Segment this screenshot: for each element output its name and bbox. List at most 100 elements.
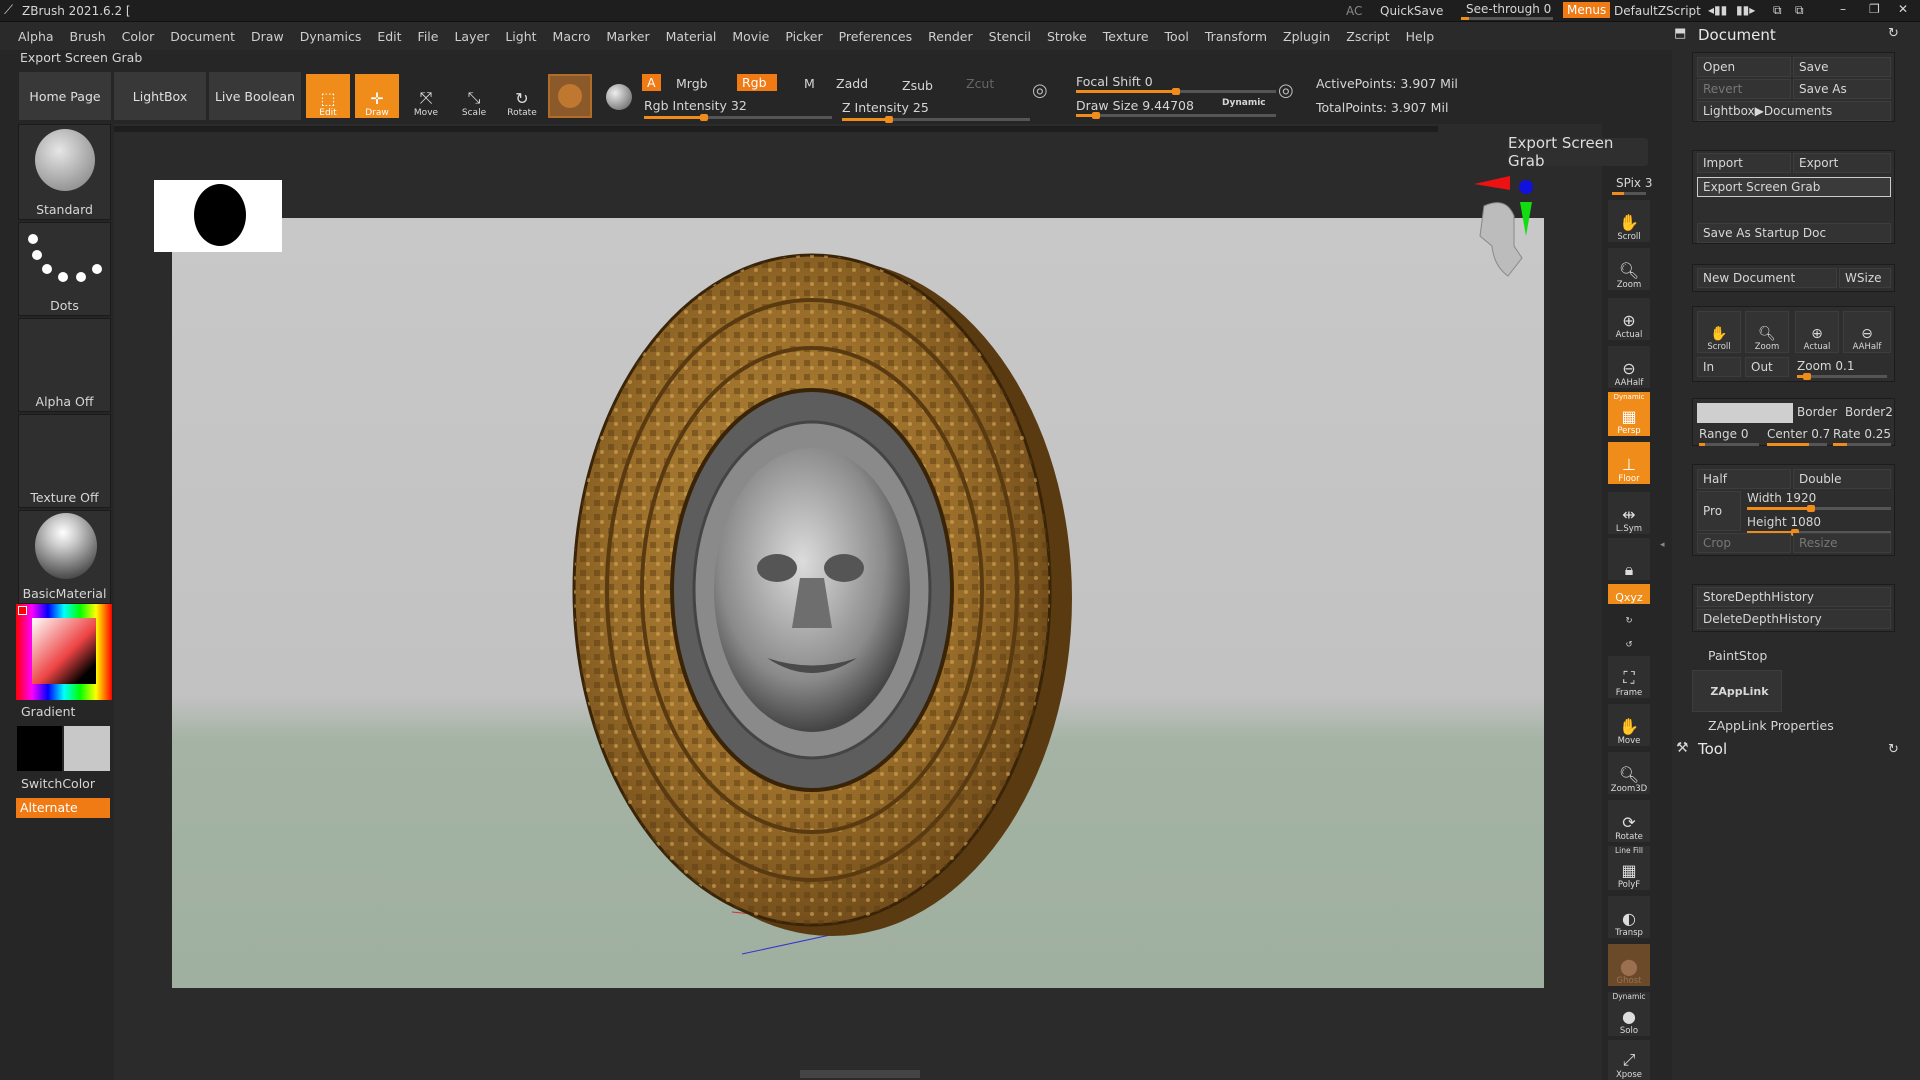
draw-button[interactable]: ✛ Draw: [355, 74, 399, 118]
navigation-thumbnail[interactable]: [154, 180, 282, 252]
doc-aahalf-button[interactable]: ⊖ AAHalf: [1843, 311, 1891, 353]
ac-label[interactable]: AC: [1346, 4, 1362, 18]
half-button[interactable]: Half: [1697, 469, 1791, 489]
width-slider[interactable]: [1747, 505, 1891, 512]
focal-shift-icon[interactable]: ◎: [1032, 80, 1048, 101]
shelf-aahalf-button[interactable]: ⊖ AAHalf: [1608, 346, 1650, 388]
color-picker[interactable]: [16, 604, 112, 700]
move-button[interactable]: ⤧ Move: [404, 74, 448, 118]
live-boolean-button[interactable]: Live Boolean: [209, 72, 301, 120]
back-color-swatch[interactable]: [1697, 403, 1793, 423]
doc-actual-button[interactable]: ⊕ Actual: [1795, 311, 1839, 353]
canvas-scroll-handle[interactable]: [800, 1070, 920, 1078]
z-intensity-slider[interactable]: [842, 116, 1030, 123]
new-document-button[interactable]: New Document: [1697, 268, 1837, 288]
zapplink-properties-label[interactable]: ZAppLink Properties: [1708, 718, 1834, 733]
a-toggle[interactable]: A: [642, 74, 661, 91]
wsize-button[interactable]: WSize: [1839, 268, 1891, 288]
zoom-out-button[interactable]: Out: [1745, 357, 1789, 377]
zcut-toggle[interactable]: Zcut: [966, 76, 994, 91]
export-button[interactable]: Export: [1793, 153, 1891, 173]
menu-color[interactable]: Color: [122, 29, 155, 44]
menu-picker[interactable]: Picker: [785, 29, 822, 44]
shelf-rotate-button[interactable]: ⟳ Rotate: [1608, 800, 1650, 842]
panel-reset-icon[interactable]: ↻: [1888, 26, 1899, 41]
spix-label[interactable]: SPix 3: [1616, 176, 1652, 190]
zapplink-button[interactable]: ZAppLink: [1692, 670, 1782, 712]
tool-palette-title[interactable]: Tool: [1698, 740, 1727, 758]
revert-button[interactable]: Revert: [1697, 79, 1791, 99]
doc-scroll-button[interactable]: ✋ Scroll: [1697, 311, 1741, 353]
shelf-transp-button[interactable]: ◐ Transp: [1608, 896, 1650, 938]
coin-model[interactable]: [172, 218, 1544, 988]
shelf-polyf-button[interactable]: Line Fill ▦ PolyF: [1608, 846, 1650, 890]
main-color-swatch[interactable]: [17, 726, 62, 771]
tool-reset-icon[interactable]: ↻: [1888, 742, 1899, 757]
resize-button[interactable]: Resize: [1793, 533, 1891, 553]
delete-depth-history-button[interactable]: DeleteDepthHistory: [1697, 609, 1891, 629]
menu-edit[interactable]: Edit: [377, 29, 401, 44]
menus-toggle[interactable]: Menus: [1563, 2, 1611, 18]
menu-stroke[interactable]: Stroke: [1047, 29, 1087, 44]
lightbox-documents-button[interactable]: Lightbox▶Documents: [1697, 101, 1891, 121]
mrgb-toggle[interactable]: Mrgb: [676, 76, 708, 91]
width-label[interactable]: Width 1920: [1747, 491, 1816, 505]
menu-draw[interactable]: Draw: [251, 29, 284, 44]
document-canvas[interactable]: [172, 218, 1544, 988]
panel-title[interactable]: Document: [1698, 26, 1776, 44]
zadd-toggle[interactable]: Zadd: [836, 76, 868, 91]
draw-size-slider[interactable]: [1076, 112, 1276, 119]
shelf-xyz-button[interactable]: Qxyz: [1608, 584, 1650, 604]
menu-layer[interactable]: Layer: [454, 29, 489, 44]
menu-dynamics[interactable]: Dynamics: [300, 29, 362, 44]
rate-label[interactable]: Rate 0.25: [1833, 427, 1891, 441]
minimize-icon[interactable]: –: [1840, 2, 1846, 16]
menu-light[interactable]: Light: [505, 29, 536, 44]
shelf-floor-button[interactable]: ⊥ Floor: [1608, 442, 1650, 484]
save-as-button[interactable]: Save As: [1793, 79, 1891, 99]
layout-icon-4[interactable]: ⧉: [1795, 3, 1804, 18]
material-selector[interactable]: BasicMaterial: [18, 510, 111, 604]
layout-icon-2[interactable]: ▮▮▸: [1736, 3, 1755, 17]
texture-selector[interactable]: Texture Off: [18, 414, 111, 508]
shelf-zoom-button[interactable]: 🔍︎ Zoom: [1608, 248, 1650, 290]
alternate-button[interactable]: Alternate: [16, 798, 110, 818]
rate-slider[interactable]: [1833, 443, 1891, 446]
orientation-gizmo[interactable]: [1466, 176, 1546, 306]
height-label[interactable]: Height 1080: [1747, 515, 1821, 529]
menu-marker[interactable]: Marker: [606, 29, 649, 44]
shelf-scroll-button[interactable]: ✋ Scroll: [1608, 200, 1650, 242]
menu-brush[interactable]: Brush: [70, 29, 106, 44]
seethrough-slider[interactable]: See-through 0: [1466, 2, 1551, 16]
menu-help[interactable]: Help: [1406, 29, 1435, 44]
m-toggle[interactable]: M: [804, 76, 815, 91]
menu-material[interactable]: Material: [666, 29, 717, 44]
zoom-in-button[interactable]: In: [1697, 357, 1741, 377]
menu-document[interactable]: Document: [170, 29, 235, 44]
menu-zscript[interactable]: Zscript: [1346, 29, 1389, 44]
crop-button[interactable]: Crop: [1697, 533, 1791, 553]
shelf-actual-button[interactable]: ⊕ Actual: [1608, 298, 1650, 340]
border-button[interactable]: Border: [1797, 405, 1837, 419]
shelf-frame-button[interactable]: ⛶ Frame: [1608, 656, 1650, 698]
shelf-xpose-button[interactable]: ⤢ Xpose: [1608, 1040, 1650, 1080]
shelf-lsym-button[interactable]: ⇹ L.Sym: [1608, 492, 1650, 534]
color-square[interactable]: [32, 618, 96, 684]
quicksave-button[interactable]: QuickSave: [1380, 4, 1443, 18]
menu-alpha[interactable]: Alpha: [18, 29, 54, 44]
scale-button[interactable]: ⤡ Scale: [452, 74, 496, 118]
material-swatch-button[interactable]: [548, 74, 592, 118]
menu-tool[interactable]: Tool: [1165, 29, 1189, 44]
shelf-zoom3d-button[interactable]: 🔍︎ Zoom3D: [1608, 752, 1650, 794]
range-label[interactable]: Range 0: [1699, 427, 1748, 441]
range-slider[interactable]: [1699, 443, 1759, 446]
brush-selector[interactable]: Standard: [18, 124, 111, 220]
menu-render[interactable]: Render: [928, 29, 973, 44]
shelf-ghost-button[interactable]: ⬤ Ghost: [1608, 944, 1650, 986]
home-page-button[interactable]: Home Page: [19, 72, 111, 120]
edit-button[interactable]: ⬚ Edit: [306, 74, 350, 118]
store-depth-history-button[interactable]: StoreDepthHistory: [1697, 587, 1891, 607]
open-button[interactable]: Open: [1697, 57, 1791, 77]
zoom-slider[interactable]: [1797, 373, 1887, 380]
center-slider[interactable]: [1767, 443, 1827, 446]
